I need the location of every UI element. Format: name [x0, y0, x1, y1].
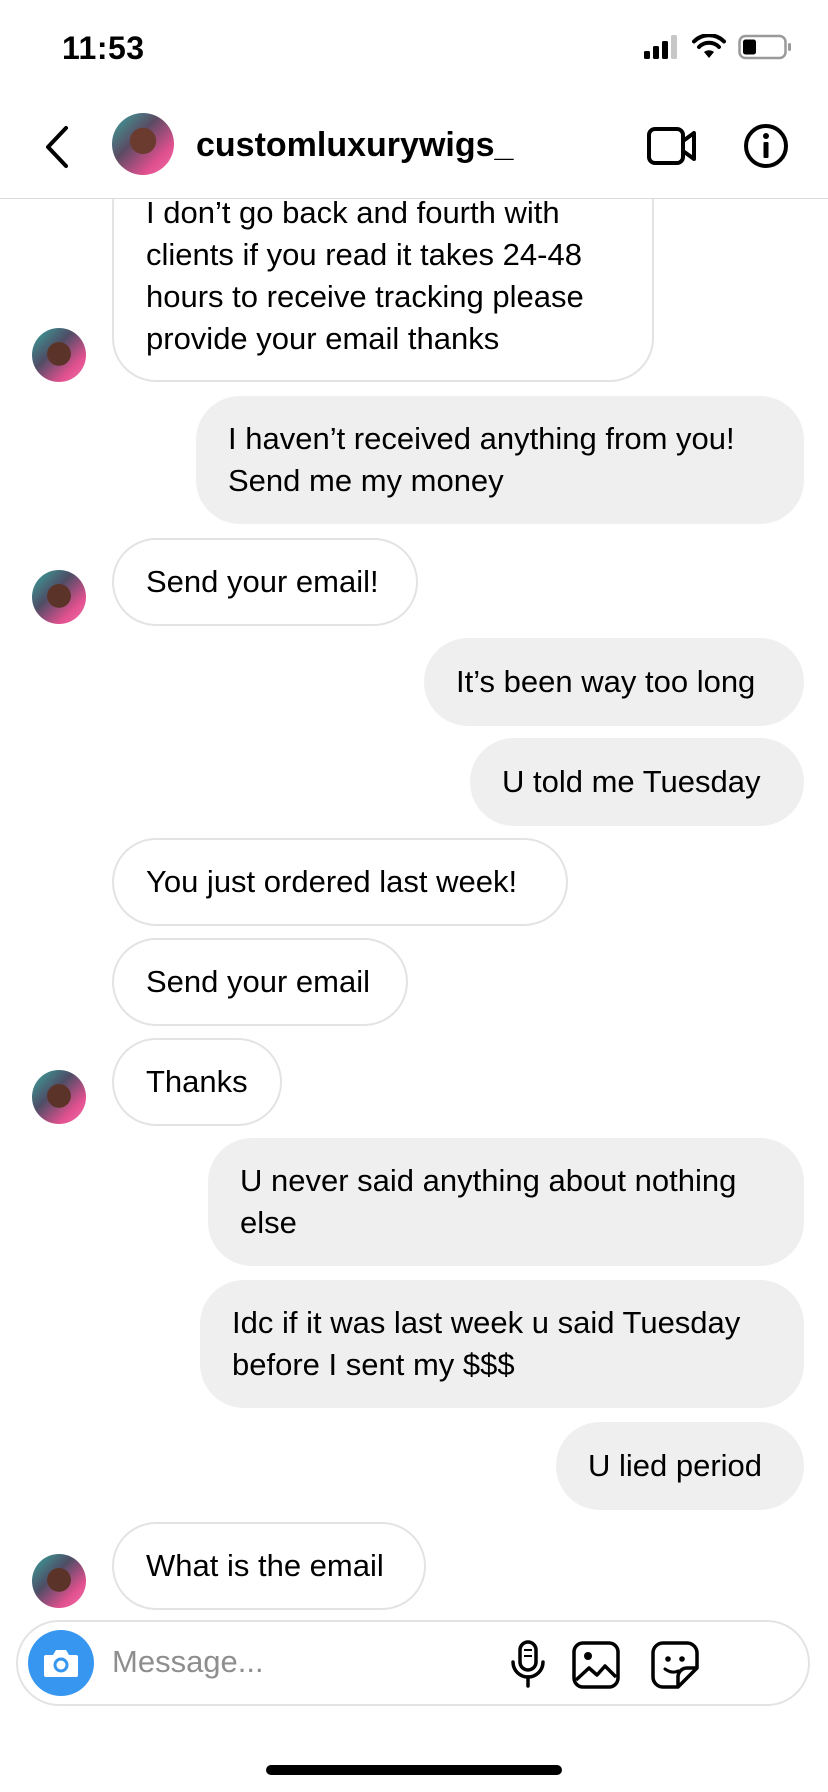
- contact-avatar-small: [32, 328, 86, 382]
- message-text: You just ordered last week!: [146, 864, 518, 899]
- message-bubble-incoming[interactable]: What is the email: [112, 1522, 426, 1610]
- video-call-icon[interactable]: [646, 124, 698, 168]
- wifi-icon: [692, 34, 726, 58]
- contact-avatar-small: [32, 1070, 86, 1124]
- message-text: U lied period: [588, 1448, 763, 1483]
- message-text: U told me Tuesday: [502, 764, 761, 799]
- status-time: 11:53: [62, 30, 145, 66]
- message-bubble-outgoing[interactable]: U lied period: [556, 1422, 804, 1510]
- message-bubble-incoming[interactable]: Send your email!: [112, 538, 418, 626]
- camera-button[interactable]: [28, 1630, 94, 1696]
- message-bubble-outgoing[interactable]: U never said anything about nothing else: [208, 1138, 804, 1266]
- message-text: Idc if it was last week u said Tuesday b…: [232, 1305, 741, 1382]
- status-icons: [644, 34, 792, 60]
- message-bubble-incoming[interactable]: You just ordered last week!: [112, 838, 568, 926]
- chevron-left-icon[interactable]: [38, 122, 78, 172]
- info-icon[interactable]: [742, 122, 790, 170]
- message-thread[interactable]: I don’t go back and fourth with clients …: [0, 160, 828, 1610]
- status-bar: 11:53: [0, 0, 828, 90]
- message-text: I don’t go back and fourth with clients …: [146, 195, 584, 356]
- message-text: I haven’t received anything from you! Se…: [228, 421, 735, 498]
- message-composer: Message...: [16, 1620, 810, 1706]
- message-bubble-outgoing[interactable]: It’s been way too long: [424, 638, 804, 726]
- chat-header: customluxurywigs_: [0, 100, 828, 199]
- contact-avatar-small: [32, 1554, 86, 1608]
- message-text: It’s been way too long: [456, 664, 756, 699]
- message-text: Thanks: [146, 1064, 248, 1099]
- battery-icon: [738, 34, 791, 60]
- message-text: U never said anything about nothing else: [240, 1163, 737, 1240]
- message-bubble-outgoing[interactable]: I haven’t received anything from you! Se…: [196, 396, 804, 524]
- gallery-icon[interactable]: [571, 1640, 621, 1690]
- sticker-icon[interactable]: [650, 1640, 700, 1690]
- microphone-icon[interactable]: [508, 1640, 548, 1690]
- cellular-signal-icon: [644, 35, 677, 59]
- message-bubble-incoming[interactable]: Thanks: [112, 1038, 282, 1126]
- message-bubble-outgoing[interactable]: U told me Tuesday: [470, 738, 804, 826]
- message-bubble-outgoing[interactable]: Idc if it was last week u said Tuesday b…: [200, 1280, 804, 1408]
- contact-avatar-small: [32, 570, 86, 624]
- home-indicator[interactable]: [266, 1765, 562, 1775]
- message-text: Send your email!: [146, 564, 379, 599]
- message-input[interactable]: Message...: [112, 1644, 264, 1680]
- contact-avatar[interactable]: [112, 113, 174, 175]
- message-text: Send your email: [146, 964, 371, 999]
- message-bubble-incoming[interactable]: Send your email: [112, 938, 408, 1026]
- camera-icon: [44, 1650, 78, 1677]
- message-text: What is the email: [146, 1548, 384, 1583]
- contact-username[interactable]: customluxurywigs_: [196, 126, 513, 165]
